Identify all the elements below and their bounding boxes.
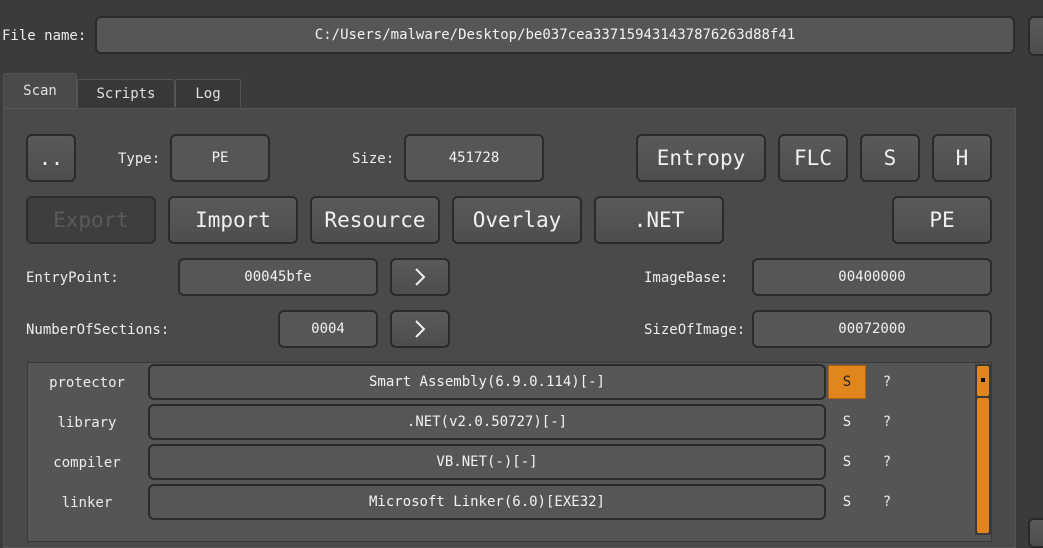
sizeofimage-field: 00072000: [752, 310, 992, 348]
detection-info-button[interactable]: ?: [868, 485, 906, 519]
side-button[interactable]: [1028, 518, 1043, 548]
detection-type-label: library: [57, 415, 117, 431]
sizeofimage-label: SizeOfImage:: [644, 322, 746, 338]
number-of-sections-field: 0004: [278, 310, 378, 348]
entrypoint-go-button[interactable]: [390, 258, 450, 296]
resource-button[interactable]: Resource: [310, 196, 440, 244]
tab-scan[interactable]: Scan: [3, 73, 77, 108]
strings-button[interactable]: S: [860, 134, 920, 182]
file-browse-button[interactable]: [1028, 16, 1043, 56]
detection-type-label: compiler: [53, 455, 121, 471]
export-button[interactable]: Export: [26, 196, 156, 244]
detection-signature-button[interactable]: S: [828, 445, 866, 479]
scroll-thumb[interactable]: [977, 398, 989, 533]
type-label: Type:: [118, 151, 161, 167]
entrypoint-field: 00045bfe: [178, 258, 378, 296]
sections-go-button[interactable]: [390, 310, 450, 348]
scroll-arrow-icon: [981, 378, 985, 382]
detection-type-label: protector: [49, 375, 125, 391]
number-of-sections-label: NumberOfSections:: [26, 322, 170, 338]
dotnet-button[interactable]: .NET: [594, 196, 724, 244]
chevron-right-icon: [415, 268, 426, 286]
detection-type-label: linker: [61, 495, 113, 511]
pe-button[interactable]: PE: [892, 196, 992, 244]
detection-signature-button[interactable]: S: [828, 365, 866, 399]
entropy-button[interactable]: Entropy: [636, 134, 766, 182]
size-label: Size:: [352, 151, 395, 167]
file-path-field[interactable]: C:/Users/malware/Desktop/be037cea3371594…: [95, 16, 1015, 54]
detections-scrollbar[interactable]: [975, 364, 991, 535]
detection-info-button[interactable]: ?: [868, 445, 906, 479]
tab-scripts[interactable]: Scripts: [77, 79, 175, 107]
detection-signature-button[interactable]: S: [828, 405, 866, 439]
detection-value-field[interactable]: .NET(v2.0.50727)[-]: [148, 404, 826, 440]
import-button[interactable]: Import: [168, 196, 298, 244]
tab-log[interactable]: Log: [175, 79, 241, 107]
scroll-up-button[interactable]: [977, 366, 989, 396]
imagebase-field: 00400000: [752, 258, 992, 296]
chevron-right-icon: [415, 320, 426, 338]
type-select[interactable]: PE: [170, 134, 270, 182]
detection-value-field[interactable]: Smart Assembly(6.9.0.114)[-]: [148, 364, 826, 400]
detection-info-button[interactable]: ?: [868, 365, 906, 399]
detection-signature-button[interactable]: S: [828, 485, 866, 519]
entrypoint-label: EntryPoint:: [26, 270, 119, 286]
overlay-button[interactable]: Overlay: [452, 196, 582, 244]
detection-info-button[interactable]: ?: [868, 405, 906, 439]
file-name-label: File name:: [2, 28, 87, 44]
flc-button[interactable]: FLC: [778, 134, 848, 182]
parent-directory-button[interactable]: ..: [26, 134, 76, 182]
detection-value-field[interactable]: Microsoft Linker(6.0)[EXE32]: [148, 484, 826, 520]
size-field: 451728: [404, 134, 544, 182]
hex-button[interactable]: H: [932, 134, 992, 182]
imagebase-label: ImageBase:: [644, 270, 729, 286]
detection-value-field[interactable]: VB.NET(-)[-]: [148, 444, 826, 480]
